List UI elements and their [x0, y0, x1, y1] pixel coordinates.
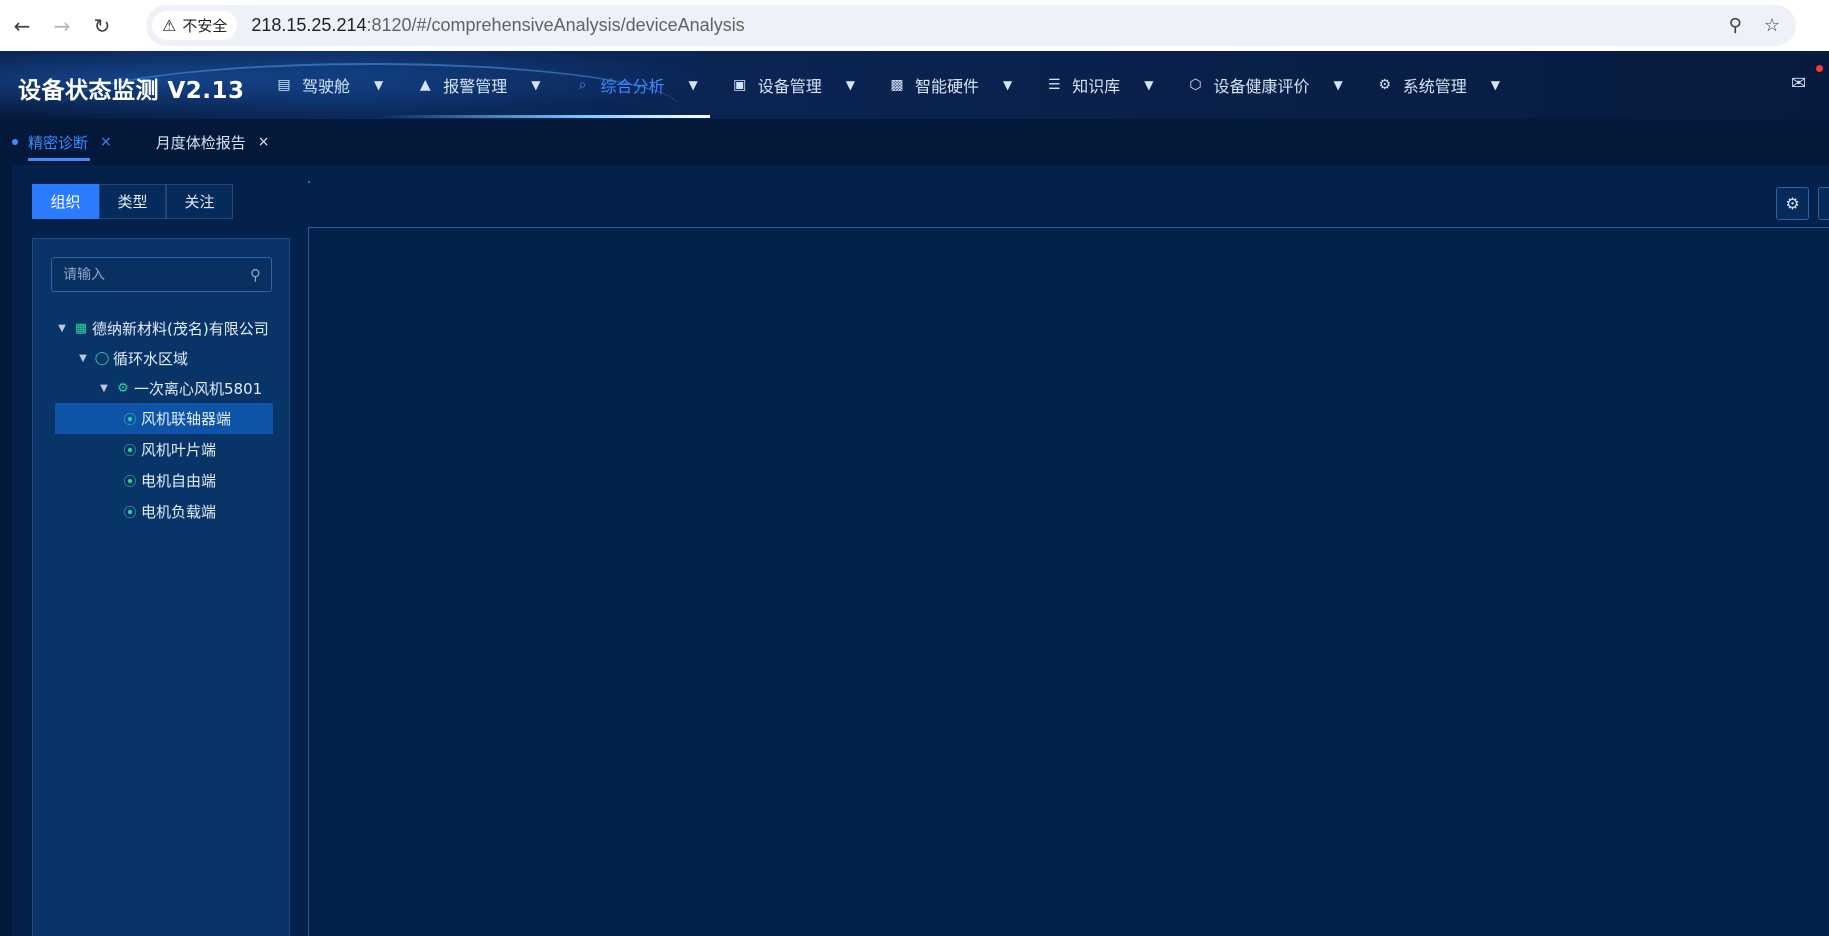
analysis-icon: ⌕ — [578, 77, 587, 93]
analysis-toolbar: ⚙ ✎ — [1776, 187, 1829, 220]
menu-item-system[interactable]: ⚙ 系统管理 ▼ — [1377, 73, 1500, 97]
decor-dot — [308, 181, 310, 183]
tab-label: 月度体检报告 — [155, 133, 246, 152]
close-icon[interactable]: × — [100, 134, 112, 150]
chip-icon: ▩ — [890, 77, 904, 93]
monitor-icon: ▣ — [733, 77, 747, 93]
tree-node-label: 电机负载端 — [141, 503, 217, 521]
sensor-icon: ⦿ — [123, 444, 137, 459]
zoom-icon[interactable]: ⚲ — [1729, 15, 1742, 36]
alarm-icon: ▲ — [419, 77, 431, 93]
menu-item-device[interactable]: ▣ 设备管理 ▼ — [732, 73, 855, 97]
reload-icon[interactable]: ↻ — [82, 6, 122, 46]
close-icon[interactable]: × — [258, 134, 270, 150]
menu-label: 系统管理 — [1402, 77, 1467, 96]
tree-node-label: 循环水区域 — [113, 349, 189, 368]
notification-dot — [1816, 65, 1823, 72]
analysis-area: ⚙ ✎ — [308, 165, 1829, 936]
tree-node-point[interactable]: ⦿ 电机自由端 — [33, 465, 291, 496]
bookmark-star-icon[interactable]: ☆ — [1764, 15, 1780, 36]
menu-label: 设备管理 — [757, 77, 822, 96]
tree-node-point[interactable]: ⦿ 风机叶片端 — [33, 434, 291, 465]
page-tabs: 精密诊断 × 月度体检报告 × — [0, 119, 1829, 165]
back-icon[interactable]: ← — [2, 6, 42, 46]
area-icon: ◯ — [94, 350, 110, 366]
sensor-icon: ⦿ — [123, 506, 137, 521]
gear-icon: ⚙ — [117, 380, 129, 396]
analysis-canvas — [308, 227, 1829, 936]
search-input[interactable] — [63, 266, 243, 283]
security-label: 不安全 — [182, 17, 228, 35]
tree-node-label: 风机联轴器端 — [141, 410, 232, 428]
caret-down-icon[interactable]: ▼ — [55, 323, 69, 334]
caret-down-icon: ▼ — [1490, 78, 1500, 92]
tree-node-area[interactable]: ▼ ◯ 循环水区域 — [33, 343, 291, 373]
sensor-icon: ⦿ — [123, 413, 137, 428]
tree-node-label: 风机叶片端 — [141, 441, 217, 459]
segment-follow[interactable]: 关注 — [166, 184, 233, 219]
menu-item-knowledge[interactable]: ☰ 知识库 ▼ — [1046, 73, 1154, 97]
tree-node-device[interactable]: ▼ ⚙ 一次离心风机5801 — [33, 373, 291, 403]
tree-node-label: 德纳新材料(茂名)有限公司 — [92, 319, 269, 338]
segment-type[interactable]: 类型 — [99, 184, 166, 219]
menu-label: 报警管理 — [443, 77, 508, 96]
segment-organization[interactable]: 组织 — [32, 184, 99, 219]
book-icon: ☰ — [1047, 77, 1061, 93]
forward-icon[interactable]: → — [42, 6, 82, 46]
app-title: 设备状态监测 V2.13 — [18, 78, 245, 104]
tree-node-point[interactable]: ⦿ 风机联轴器端 — [55, 403, 273, 434]
tree-node-point[interactable]: ⦿ 电机负载端 — [33, 496, 291, 527]
menu-label: 智能硬件 — [915, 77, 980, 96]
menu-label: 综合分析 — [600, 77, 665, 96]
app-header: 设备状态监测 V2.13 ▤ 驾驶舱 ▼ ▲ 报警管理 ▼ ⌕ 综合分析 ▼ ▣ 设备管理 ▼ … — [0, 51, 1829, 119]
tree-search: ⚲ — [51, 257, 272, 292]
caret-down-icon: ▼ — [688, 78, 698, 92]
tree-panel: ⚲ ▼ ▦ 德纳新材料(茂名)有限公司 ▼ ◯ 循环水区域 ▼ ⚙ 一次离心风机… — [32, 238, 290, 936]
settings-icon: ⚙ — [1378, 77, 1392, 93]
report-tool-icon[interactable]: ✎ — [1818, 187, 1829, 220]
tab-precision-diagnosis[interactable]: 精密诊断 × — [12, 119, 128, 165]
tree-node-company[interactable]: ▼ ▦ 德纳新材料(茂名)有限公司 — [33, 313, 291, 343]
tab-label: 精密诊断 — [28, 133, 89, 152]
tree-mode-switch: 组织 类型 关注 — [32, 184, 233, 219]
url-path: :8120/#/comprehensiveAnalysis/deviceAnal… — [366, 15, 745, 35]
url-host: 218.15.25.214 — [251, 15, 367, 35]
tree-node-label: 电机自由端 — [141, 472, 217, 490]
menu-label: 知识库 — [1072, 77, 1121, 96]
device-tree: ▼ ▦ 德纳新材料(茂名)有限公司 ▼ ◯ 循环水区域 ▼ ⚙ 一次离心风机58… — [33, 313, 291, 527]
main-content: 组织 类型 关注 ⚲ ▼ ▦ 德纳新材料(茂名)有限公司 ▼ ◯ 循环水区域 ▼… — [12, 165, 1829, 936]
menu-label: 设备健康评价 — [1213, 77, 1310, 96]
active-dot-icon — [12, 139, 18, 145]
search-icon[interactable]: ⚲ — [250, 266, 261, 284]
menu-item-alarm[interactable]: ▲ 报警管理 ▼ — [417, 73, 541, 97]
caret-down-icon: ▼ — [1003, 78, 1013, 92]
message-icon[interactable]: ✉ — [1791, 73, 1817, 95]
caret-down-icon[interactable]: ▼ — [97, 383, 111, 394]
caret-down-icon: ▼ — [1333, 78, 1343, 92]
menu-item-cockpit[interactable]: ▤ 驾驶舱 ▼ — [276, 73, 383, 97]
sensor-icon: ⦿ — [123, 475, 137, 490]
caret-down-icon: ▼ — [531, 78, 541, 92]
chart-icon: ▤ — [277, 77, 291, 93]
diagnosis-tool-icon[interactable]: ⚙ — [1776, 187, 1809, 220]
address-bar[interactable]: ⚠ 不安全 218.15.25.214:8120/#/comprehensive… — [146, 5, 1796, 46]
caret-down-icon[interactable]: ▼ — [76, 353, 90, 364]
health-icon: ⬡ — [1189, 77, 1202, 93]
security-chip[interactable]: ⚠ 不安全 — [152, 11, 238, 40]
caret-down-icon: ▼ — [374, 78, 384, 92]
warning-icon: ⚠ — [162, 16, 177, 35]
url-text[interactable]: 218.15.25.214:8120/#/comprehensiveAnalys… — [251, 15, 744, 36]
tree-node-label: 一次离心风机5801 — [134, 379, 263, 398]
caret-down-icon: ▼ — [1144, 78, 1154, 92]
menu-label: 驾驶舱 — [302, 77, 351, 96]
menu-item-health[interactable]: ⬡ 设备健康评价 ▼ — [1188, 73, 1343, 97]
caret-down-icon: ▼ — [845, 78, 855, 92]
menu-item-hardware[interactable]: ▩ 智能硬件 ▼ — [889, 73, 1012, 97]
main-menu: ▤ 驾驶舱 ▼ ▲ 报警管理 ▼ ⌕ 综合分析 ▼ ▣ 设备管理 ▼ ▩ 智能硬件 ▼ ☰ 知识库 ▼ … — [276, 51, 1534, 119]
building-icon: ▦ — [74, 320, 88, 336]
tab-monthly-report[interactable]: 月度体检报告 × — [156, 119, 286, 165]
browser-toolbar: ← → ↻ ⚠ 不安全 218.15.25.214:8120/#/compreh… — [0, 0, 1829, 51]
menu-item-analysis[interactable]: ⌕ 综合分析 ▼ — [575, 73, 698, 97]
